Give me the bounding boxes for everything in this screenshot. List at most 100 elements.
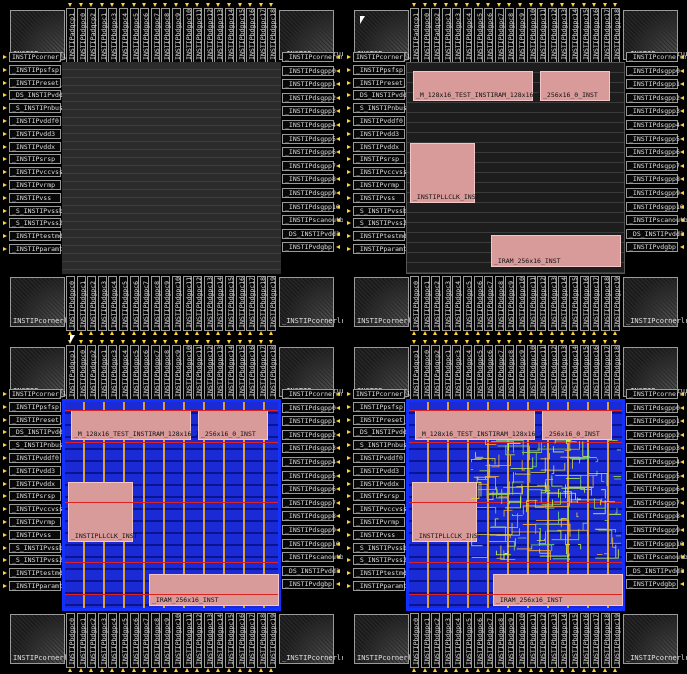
io-pad-left[interactable]: _INSTIPreset_p	[353, 77, 411, 88]
io-pad-left[interactable]: _INSTIPpsfsp	[353, 401, 405, 412]
io-pad-top[interactable]: INSTIPbdgpc17	[600, 8, 611, 63]
io-pad-right[interactable]: _INSTIPdsgpp1	[626, 416, 680, 427]
io-pad-top[interactable]: INSTIPbdgpc8	[505, 345, 515, 400]
io-pad-top[interactable]: INSTIPbdgpc1	[441, 345, 452, 400]
io-pad-right[interactable]: _INSTIPvdgbp	[626, 242, 678, 253]
view-floorplan-empty[interactable]: INSTIPcorner_l _INSTIPcornerur INSTIPcorne…	[0, 0, 343, 337]
io-pad-left[interactable]: _INSTIPreset_p	[9, 77, 67, 88]
io-pad-right[interactable]: _INSTIPdsgpp4	[626, 457, 680, 467]
io-pad-top[interactable]: INSTIPbdgpc15	[235, 345, 246, 400]
io-pad-right[interactable]: _INSTIPdsgpp2	[626, 92, 680, 103]
io-pad-bottom[interactable]: INSTIPbdgpc9	[505, 276, 515, 331]
io-pad-left[interactable]: _INSTIPtestmd	[9, 568, 63, 579]
io-pad-right[interactable]: _INSTIPvdgbp	[626, 579, 678, 590]
io-pad-left[interactable]: _INSTIPparamts	[9, 244, 67, 254]
io-pad-top[interactable]: INSTIPbdgpc14	[225, 8, 235, 63]
io-pad-right[interactable]: _INSTIPscanoutb	[282, 215, 343, 226]
io-pad-bottom[interactable]: INSTIPbdgpc10	[516, 613, 526, 668]
macro-ram-256x16-0[interactable]: _256x16_0_INST	[540, 71, 610, 101]
macro-ram-128x16[interactable]: _M_128x16_TEST_INSTIRAM_128x16_INST	[415, 410, 555, 440]
core-area[interactable]	[62, 62, 281, 274]
io-pad-bottom[interactable]: INSTIPbdgpc19	[267, 613, 277, 668]
io-pad-bottom[interactable]: INSTIPbdgpc6	[129, 613, 140, 668]
io-pad-top[interactable]: INSTIPbdgpc11	[193, 8, 203, 63]
io-pad-right[interactable]: _INSTIPscanoutb	[626, 552, 687, 563]
io-pad-right[interactable]: _INSTIPdsgpp5	[282, 470, 336, 481]
io-pad-right[interactable]: _INSTIPscanoutb	[626, 215, 687, 226]
io-pad-left[interactable]: _INSTIPvrmp	[9, 517, 61, 527]
io-pad-top[interactable]: INSTIPbdgpc13	[558, 8, 568, 63]
io-pad-right[interactable]: _INSTIPdsgpp2	[282, 92, 336, 103]
io-pad-bottom[interactable]: INSTIPbdgpc5	[119, 276, 129, 331]
io-pad-bottom[interactable]: INSTIPbdgpc8	[494, 613, 505, 668]
io-pad-left[interactable]: _S_INSTIPvssb	[9, 205, 63, 216]
io-pad-top[interactable]: INSTIPbdgpc11	[537, 8, 547, 63]
io-pad-top[interactable]: INSTIPbdgpc12	[547, 345, 558, 400]
io-pad-bottom[interactable]: INSTIPbdgpc18	[600, 276, 611, 331]
io-pad-right[interactable]: _INSTIPdsgpp7	[626, 160, 680, 171]
io-pad-left[interactable]: _INSTIPvdd3	[353, 465, 405, 476]
io-pad-bottom[interactable]: INSTIPbdgpc14	[214, 276, 224, 331]
io-pad-left[interactable]: _INSTIPsrsp	[9, 491, 61, 502]
io-pad-bottom[interactable]: INSTIPbdgpc18	[256, 613, 267, 668]
io-pad-bottom[interactable]: INSTIPbdgpc6	[129, 276, 140, 331]
io-pad-left[interactable]: _INSTIPsrsp	[353, 491, 405, 502]
io-pad-right[interactable]: _INSTIPdsgpp3	[626, 443, 680, 454]
io-pad-left[interactable]: _DS_INSTIPvdd	[9, 90, 63, 101]
io-pad-top[interactable]: INSTIPbdgpc5	[129, 345, 140, 400]
io-pad-top[interactable]: INSTIPbdgpc7	[150, 8, 161, 63]
io-pad-bottom[interactable]: INSTIPbdgpc10	[172, 613, 182, 668]
io-pad-bottom[interactable]: INSTIPbdgpc12	[537, 276, 547, 331]
io-pad-bottom[interactable]: INSTIPbdgpc0	[410, 276, 420, 331]
io-pad-right[interactable]: _INSTIPcornerur	[282, 389, 343, 399]
io-pad-left[interactable]: _INSTIPvccvss	[9, 504, 63, 515]
io-pad-bottom[interactable]: INSTIPbdgpc2	[87, 276, 97, 331]
io-pad-bottom[interactable]: INSTIPbdgpc6	[473, 613, 484, 668]
io-pad-bottom[interactable]: INSTIPbdgpc3	[441, 276, 452, 331]
io-pad-bottom[interactable]: INSTIPbdgpc17	[590, 613, 600, 668]
io-pad-top[interactable]: INSTIPbdgpc16	[246, 345, 256, 400]
io-pad-top[interactable]: INSTIPbdgpc3	[452, 345, 462, 400]
io-pad-left[interactable]: _S_INSTIPvss2	[9, 555, 63, 566]
macro-ram-256x16[interactable]: _IRAM_256x16_INST	[149, 574, 279, 606]
io-pad-right[interactable]: _INSTIPdsgpp6	[282, 484, 336, 495]
io-pad-top[interactable]: INSTIPbdgpc0	[420, 345, 431, 400]
io-pad-top[interactable]: INSTIPadqcp2	[87, 345, 97, 400]
io-pad-bottom[interactable]: INSTIPbdgpc7	[140, 276, 150, 331]
io-pad-left[interactable]: _S_INSTIPvss2	[353, 218, 407, 229]
io-pad-bottom[interactable]: INSTIPbdgpc4	[452, 276, 462, 331]
io-pad-bottom[interactable]: INSTIPbdgpc9	[505, 613, 515, 668]
io-pad-left[interactable]: INSTIPcorner_l	[9, 389, 67, 399]
corner-cell-br[interactable]: _INSTIPcornerlr	[623, 614, 687, 664]
io-pad-bottom[interactable]: INSTIPbdgpc14	[558, 613, 568, 668]
io-pad-top[interactable]: INSTIPbdgpc13	[214, 345, 224, 400]
io-pad-bottom[interactable]: INSTIPbdgpc6	[473, 276, 484, 331]
io-pad-bottom[interactable]: INSTIPbdgpc1	[420, 276, 431, 331]
io-pad-left[interactable]: INSTIPcorner_l	[353, 389, 411, 399]
io-pad-left[interactable]: INSTIPcorner_l	[353, 52, 411, 62]
io-pad-top[interactable]: INSTIPbdgpc0	[76, 345, 87, 400]
io-pad-bottom[interactable]: INSTIPbdgpc16	[235, 613, 246, 668]
io-pad-right[interactable]: _INSTIPdsgpp3	[626, 106, 680, 117]
io-pad-bottom[interactable]: INSTIPbdgpc11	[182, 276, 193, 331]
io-pad-left[interactable]: _INSTIPtestmd	[353, 568, 407, 579]
io-pad-bottom[interactable]: INSTIPbdgpc3	[97, 613, 108, 668]
io-pad-top[interactable]: INSTIPbdgpc18	[267, 8, 277, 63]
io-pad-top[interactable]: INSTIPbdgpc4	[119, 8, 129, 63]
io-pad-left[interactable]: _INSTIPpsfsp	[9, 64, 61, 75]
io-pad-bottom[interactable]: INSTIPbdgpc4	[452, 613, 462, 668]
io-pad-bottom[interactable]: INSTIPbdgpc5	[463, 276, 473, 331]
io-pad-top[interactable]: INSTIPbdgpc13	[558, 345, 568, 400]
io-pad-top[interactable]: INSTIPbdgpc16	[590, 8, 600, 63]
io-pad-left[interactable]: _INSTIPvccvss	[353, 167, 407, 178]
io-pad-left[interactable]: _S_INSTIPnbus	[353, 440, 407, 451]
io-pad-top[interactable]: INSTIPbdgpc4	[119, 345, 129, 400]
io-pad-bottom[interactable]: INSTIPbdgpc15	[569, 276, 579, 331]
io-pad-bottom[interactable]: INSTIPbdgpc5	[119, 613, 129, 668]
io-pad-left[interactable]: _INSTIPvss	[353, 529, 405, 540]
io-pad-bottom[interactable]: INSTIPbdgpc12	[537, 613, 547, 668]
io-pad-right[interactable]: _DS_INSTIPvdd1	[282, 565, 340, 576]
io-pad-left[interactable]: _S_INSTIPnbus	[9, 440, 63, 451]
io-pad-bottom[interactable]: INSTIPbdgpc3	[441, 613, 452, 668]
io-pad-right[interactable]: _INSTIPcornerur	[282, 52, 343, 62]
